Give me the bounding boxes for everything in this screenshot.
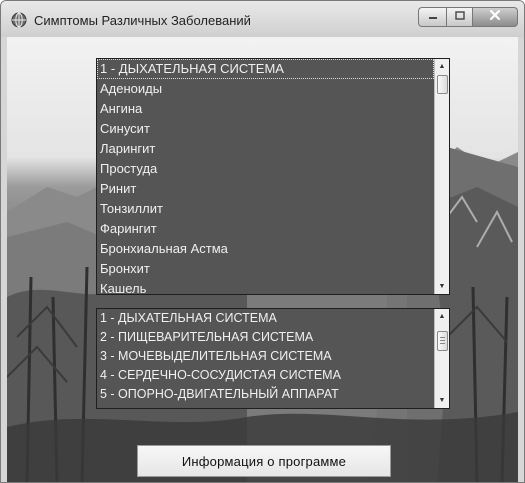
list-item[interactable]: Ринит <box>97 179 434 199</box>
minimize-icon <box>428 8 438 26</box>
window-title: Симптомы Различных Заболеваний <box>34 13 251 28</box>
app-window: Симптомы Различных Заболеваний 1 - ДЫХАТ… <box>0 0 525 483</box>
list-item[interactable]: 5 - ОПОРНО-ДВИГАТЕЛЬНЫЙ АППАРАТ <box>97 385 434 404</box>
scroll-thumb[interactable] <box>437 75 448 94</box>
list-item[interactable]: Фарингит <box>97 219 434 239</box>
close-button[interactable] <box>472 7 518 27</box>
triangle-up-icon: ▲ <box>438 313 446 320</box>
scroll-up-button[interactable]: ▲ <box>435 59 449 74</box>
scroll-down-button[interactable]: ▼ <box>435 279 449 294</box>
systems-listbox[interactable]: 1 - ДЫХАТЕЛЬНАЯ СИСТЕМА 2 - ПИЩЕВАРИТЕЛЬН… <box>96 308 450 409</box>
list-item[interactable]: Ларингит <box>97 139 434 159</box>
list-item[interactable]: 3 - МОЧЕВЫДЕЛИТЕЛЬНАЯ СИСТЕМА <box>97 347 434 366</box>
maximize-button[interactable] <box>446 7 472 27</box>
triangle-up-icon: ▲ <box>438 63 446 70</box>
triangle-down-icon: ▼ <box>438 283 446 290</box>
title-bar[interactable]: Симптомы Различных Заболеваний <box>1 1 524 37</box>
scroll-thumb[interactable] <box>437 331 448 351</box>
diseases-scrollbar[interactable]: ▲ ▼ <box>434 59 449 294</box>
diseases-list-items: 1 - ДЫХАТЕЛЬНАЯ СИСТЕМА Аденоиды Ангина Син… <box>97 59 434 294</box>
list-item[interactable]: Простуда <box>97 159 434 179</box>
client-area: 1 - ДЫХАТЕЛЬНАЯ СИСТЕМА Аденоиды Ангина Син… <box>7 37 518 482</box>
diseases-listbox[interactable]: 1 - ДЫХАТЕЛЬНАЯ СИСТЕМА Аденоиды Ангина Син… <box>96 58 450 295</box>
list-item[interactable]: 4 - СЕРДЕЧНО-СОСУДИСТАЯ СИСТЕМА <box>97 366 434 385</box>
maximize-icon <box>454 8 465 26</box>
list-item[interactable]: 2 - ПИЩЕВАРИТЕЛЬНАЯ СИСТЕМА <box>97 328 434 347</box>
about-program-button[interactable]: Информация о программе <box>137 445 391 477</box>
list-item[interactable]: Ангина <box>97 99 434 119</box>
scroll-down-button[interactable]: ▼ <box>435 393 449 408</box>
systems-list-items: 1 - ДЫХАТЕЛЬНАЯ СИСТЕМА 2 - ПИЩЕВАРИТЕЛЬН… <box>97 309 434 408</box>
list-item[interactable]: Тонзиллит <box>97 199 434 219</box>
list-item[interactable]: 1 - ДЫХАТЕЛЬНАЯ СИСТЕМА <box>97 309 434 328</box>
list-item[interactable]: Бронхит <box>97 259 434 279</box>
triangle-down-icon: ▼ <box>438 397 446 404</box>
list-item[interactable]: 1 - ДЫХАТЕЛЬНАЯ СИСТЕМА <box>97 59 434 79</box>
scroll-up-button[interactable]: ▲ <box>435 309 449 324</box>
minimize-button[interactable] <box>418 7 446 27</box>
list-item[interactable]: Кашель <box>97 279 434 294</box>
list-item[interactable]: Бронхиальная Астма <box>97 239 434 259</box>
window-controls <box>418 7 518 27</box>
systems-scrollbar[interactable]: ▲ ▼ <box>434 309 449 408</box>
list-item[interactable]: Синусит <box>97 119 434 139</box>
list-item[interactable]: Аденоиды <box>97 79 434 99</box>
globe-icon <box>11 12 27 28</box>
close-icon <box>489 8 501 26</box>
